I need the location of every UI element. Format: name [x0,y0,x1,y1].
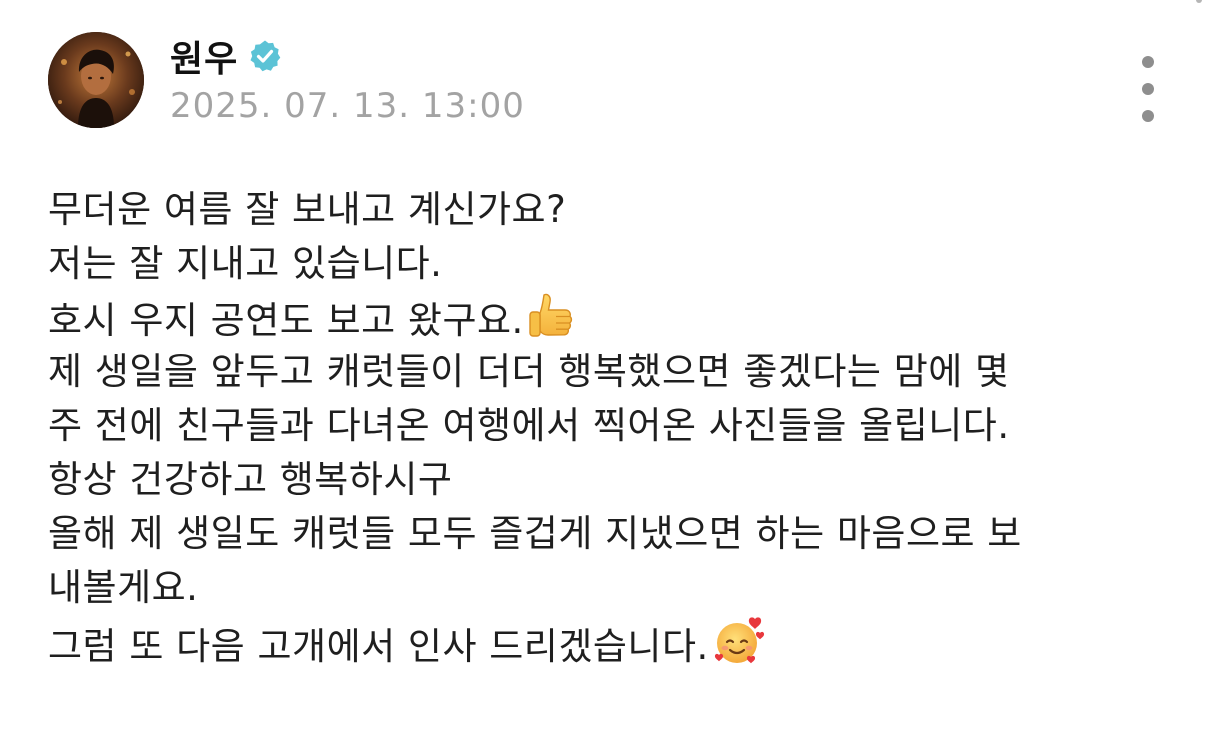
more-vertical-icon [1142,56,1154,68]
post-line-text: 그럼 또 다음 고개에서 인사 드리겠습니다. [48,625,709,668]
post-line: 내볼게요. [48,561,1178,615]
post-line-text: 항상 건강하고 행복하시구 [48,458,453,501]
avatar[interactable] [48,32,144,128]
post-line: 제 생일을 앞두고 캐럿들이 더더 행복했으면 좋겠다는 맘에 몇 [48,345,1178,399]
post-timestamp: 2025. 07. 13. 13:00 [170,86,525,126]
post-line-text: 올해 제 생일도 캐럿들 모두 즐겁게 지냈으면 하는 마음으로 보 [48,512,1022,555]
post-line: 올해 제 생일도 캐럿들 모두 즐겁게 지냈으면 하는 마음으로 보 [48,507,1178,561]
post-line: 호시 우지 공연도 보고 왔구요. [48,291,1178,345]
avatar-image [48,32,144,128]
post-line: 무더운 여름 잘 보내고 계신가요? [48,183,1178,237]
post-line: 저는 잘 지내고 있습니다. [48,237,1178,291]
corner-indicator [1192,0,1206,6]
post-line-text: 호시 우지 공연도 보고 왔구요. [48,299,524,342]
more-dot [1142,110,1154,122]
post-line: 주 전에 친구들과 다녀온 여행에서 찍어온 사진들을 올립니다. [48,399,1178,453]
post-header: 원우 2025. 07. 13. 13:00 [48,32,1158,132]
post-line-text: 저는 잘 지내고 있습니다. [48,242,443,285]
smiling-face-with-hearts-icon [711,615,765,682]
post-line-text: 제 생일을 앞두고 캐럿들이 더더 행복했으면 좋겠다는 맘에 몇 [48,350,1010,393]
author-name[interactable]: 원우 [170,30,238,82]
verified-badge-icon [248,39,282,73]
post-body: 무더운 여름 잘 보내고 계신가요? 저는 잘 지내고 있습니다. 호시 우지 … [48,183,1178,669]
post-line: 항상 건강하고 행복하시구 [48,453,1178,507]
post-line-text: 내볼게요. [48,566,199,609]
post-line-text: 주 전에 친구들과 다녀온 여행에서 찍어온 사진들을 올립니다. [48,404,1010,447]
post-line: 그럼 또 다음 고개에서 인사 드리겠습니다. [48,615,1178,669]
author-row: 원우 [170,34,282,80]
more-dot [1142,83,1154,95]
more-options-button[interactable] [1136,56,1160,122]
post-line-text: 무더운 여름 잘 보내고 계신가요? [48,188,567,231]
